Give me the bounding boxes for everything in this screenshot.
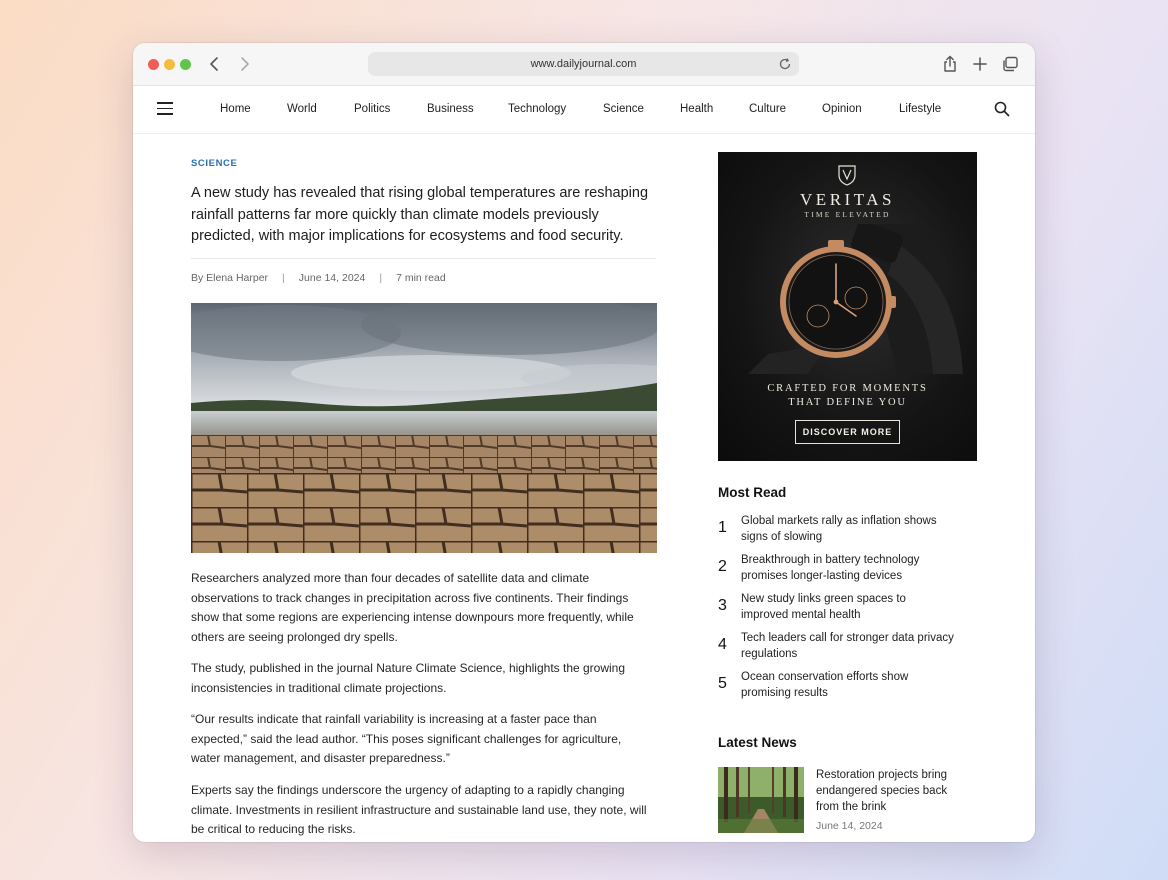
article-paragraph: Researchers analyzed more than four deca… [191,571,634,644]
rank-number: 2 [718,558,727,575]
news-title[interactable]: Restoration projects bring endangered sp… [816,767,966,815]
ad-copy-line: THAT DEFINE YOU [788,397,907,408]
new-tab-icon[interactable] [970,54,990,74]
address-bar[interactable]: www.dailyjournal.com [368,52,799,76]
most-read-title[interactable]: Ocean conservation efforts show promisin… [741,669,956,701]
most-read-item[interactable]: 1 Global markets rally as inflation show… [718,513,958,547]
zoom-window-button[interactable] [180,59,191,70]
url-text: www.dailyjournal.com [530,58,637,70]
menu-icon[interactable] [157,102,173,116]
discover-more-button[interactable]: DISCOVER MORE [795,420,900,444]
search-icon[interactable] [993,100,1011,118]
watch-image [748,224,963,374]
rank-number: 5 [718,675,727,692]
author-name[interactable]: By Elena Harper [191,272,268,284]
browser-toolbar: www.dailyjournal.com [133,43,1035,86]
nav-business[interactable]: Business [427,103,474,115]
ad-tagline: TIME ELEVATED [804,210,891,219]
tab-overview-icon[interactable] [1000,54,1020,74]
watch-advertisement[interactable]: VERITAS TIME ELEVATED CRAFTED FOR MOMENT… [718,152,977,461]
share-icon[interactable] [940,54,960,74]
rank-number: 4 [718,636,727,653]
nav-home[interactable]: Home [220,103,251,115]
most-read-title[interactable]: New study links green spaces to improved… [741,591,956,623]
most-read-item[interactable]: 2 Breakthrough in battery technology pro… [718,552,958,586]
most-read-item[interactable]: 3 New study links green spaces to improv… [718,591,958,625]
article-paragraph: “Our results indicate that rainfall vari… [191,712,622,765]
nav-opinion[interactable]: Opinion [822,103,862,115]
rank-number: 3 [718,597,727,614]
most-read-item[interactable]: 5 Ocean conservation efforts show promis… [718,669,958,703]
article-hero-image [191,303,657,553]
nav-lifestyle[interactable]: Lifestyle [899,103,941,115]
nav-science[interactable]: Science [603,103,644,115]
latest-news-heading: Latest News [718,735,797,750]
news-date: June 14, 2024 [816,820,883,832]
close-window-button[interactable] [148,59,159,70]
rank-number: 1 [718,519,727,536]
ad-brand-name: VERITAS [800,190,895,209]
nav-technology[interactable]: Technology [508,103,566,115]
article-dek: A new study has revealed that rising glo… [191,185,649,244]
browser-window: www.dailyjournal.com Home World Politics… [133,43,1035,842]
most-read-title[interactable]: Tech leaders call for stronger data priv… [741,630,956,662]
news-thumbnail[interactable] [718,767,804,833]
nav-politics[interactable]: Politics [354,103,390,115]
nav-health[interactable]: Health [680,103,713,115]
back-icon[interactable] [205,54,225,74]
most-read-title[interactable]: Global markets rally as inflation shows … [741,513,956,545]
publish-date: June 14, 2024 [298,272,366,284]
ad-copy-line: CRAFTED FOR MOMENTS [767,383,928,394]
brand-crest-icon [838,165,856,186]
read-time: 7 min read [396,272,446,284]
minimize-window-button[interactable] [164,59,175,70]
most-read-heading: Most Read [718,485,787,500]
reload-icon[interactable] [777,56,793,72]
site-navigation: Home World Politics Business Technology … [133,86,1035,134]
most-read-title[interactable]: Breakthrough in battery technology promi… [741,552,956,584]
most-read-item[interactable]: 4 Tech leaders call for stronger data pr… [718,630,958,664]
forward-icon[interactable] [234,54,254,74]
ad-copy: CRAFTED FOR MOMENTS THAT DEFINE YOU [718,382,977,410]
article-byline: By Elena Harper | June 14, 2024 | 7 min read [191,272,446,284]
divider [191,258,656,259]
nav-culture[interactable]: Culture [749,103,786,115]
article-paragraph: Experts say the findings underscore the … [191,783,647,836]
article-paragraph: The study, published in the journal Natu… [191,661,626,695]
nav-world[interactable]: World [287,103,317,115]
article-category[interactable]: SCIENCE [191,158,237,169]
